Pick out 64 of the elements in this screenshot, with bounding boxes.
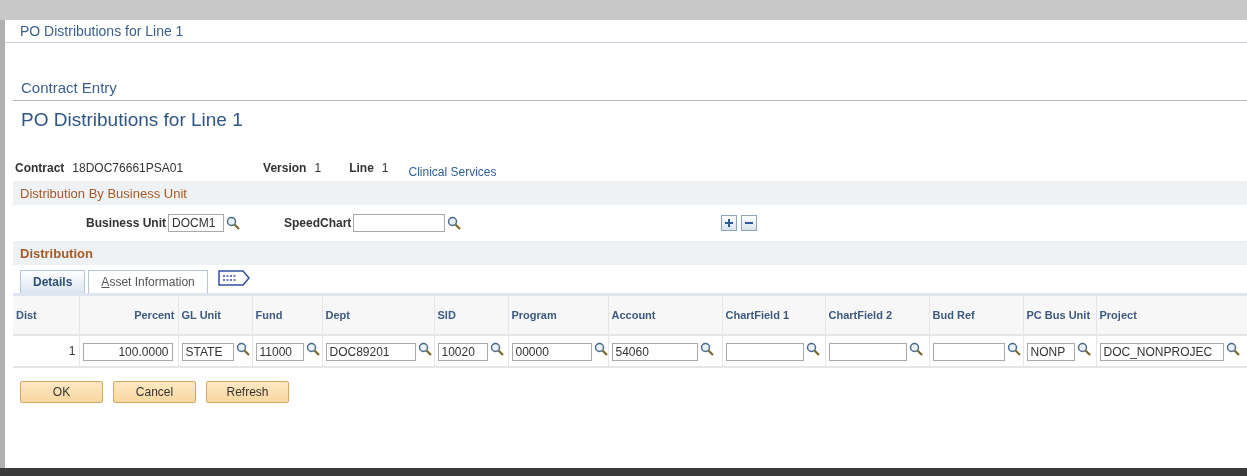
search-icon[interactable]	[417, 341, 432, 356]
field-value: 1	[314, 161, 322, 175]
search-icon[interactable]	[1225, 341, 1240, 356]
lookup-field[interactable]	[932, 342, 1005, 361]
field-label: Line	[349, 161, 374, 175]
lookup-field[interactable]	[725, 342, 804, 361]
field-label: SpeedChart	[284, 216, 352, 230]
minus-icon	[744, 221, 755, 225]
search-icon[interactable]	[235, 341, 250, 356]
search-icon[interactable]	[489, 341, 504, 356]
field-label: Version	[263, 161, 307, 175]
search-icon[interactable]	[305, 341, 320, 356]
search-icon[interactable]	[1076, 341, 1091, 356]
column-header: PC Bus Unit	[1023, 296, 1096, 335]
breadcrumb: Contract Entry	[13, 79, 1247, 101]
search-icon[interactable]	[593, 341, 608, 356]
delete-row-button[interactable]	[741, 215, 758, 231]
description-link[interactable]: Clinical Services	[408, 165, 497, 181]
page-title: PO Distributions for Line 1	[21, 109, 244, 131]
action-button[interactable]: Cancel	[113, 381, 196, 403]
tab[interactable]: Asset Information	[88, 270, 208, 293]
tab[interactable]: Details	[20, 270, 86, 293]
dialog-title: PO Distributions for Line 1	[20, 23, 184, 39]
speedchart-field[interactable]	[353, 214, 446, 232]
section-header: Distribution	[13, 241, 1247, 265]
lookup-field[interactable]: NONP	[1026, 342, 1075, 361]
plus-icon	[724, 218, 735, 228]
search-icon[interactable]	[699, 341, 714, 356]
search-icon[interactable]	[805, 341, 820, 356]
field-label: Contract	[15, 161, 65, 175]
column-header: Bud Ref	[929, 296, 1023, 335]
column-header: GL Unit	[178, 296, 252, 335]
column-header: ChartField 1	[722, 296, 825, 335]
lookup-field[interactable]: STATE	[181, 342, 234, 361]
column-header: ChartField 2	[825, 296, 929, 335]
lookup-field[interactable]: 54060	[611, 342, 698, 361]
lookup-field[interactable]: DOC_NONPROJEC	[1099, 342, 1224, 361]
percent-field[interactable]: 100.0000	[82, 342, 173, 361]
column-header: Fund	[252, 296, 322, 335]
lookup-field[interactable]: 10020	[437, 342, 488, 361]
column-header: Dept	[322, 296, 434, 335]
add-row-button[interactable]	[721, 215, 738, 231]
column-header: Dist	[13, 296, 79, 335]
section-header: Distribution By Business Unit	[13, 181, 1247, 205]
lookup-field[interactable]: 00000	[511, 342, 592, 361]
column-header: Percent	[79, 296, 178, 335]
search-icon[interactable]	[226, 216, 240, 230]
search-icon[interactable]	[908, 341, 923, 356]
column-header: Project	[1096, 296, 1247, 335]
field-label: Business Unit	[86, 216, 166, 230]
table-cell-text: 1	[67, 344, 76, 358]
search-icon[interactable]	[1006, 341, 1021, 356]
business-unit-field[interactable]: DOCM1	[168, 214, 224, 232]
column-header: Account	[608, 296, 722, 335]
lookup-field[interactable]	[828, 342, 907, 361]
column-header: SID	[434, 296, 508, 335]
lookup-field[interactable]: 11000	[255, 342, 304, 361]
lookup-field[interactable]: DOC89201	[325, 342, 416, 361]
search-icon[interactable]	[447, 216, 462, 230]
column-header: Program	[508, 296, 608, 335]
action-button[interactable]: OK	[20, 381, 103, 403]
field-value: 1	[381, 161, 389, 175]
field-value: 18DOC76661PSA01	[72, 161, 184, 175]
action-button[interactable]: Refresh	[206, 381, 289, 403]
